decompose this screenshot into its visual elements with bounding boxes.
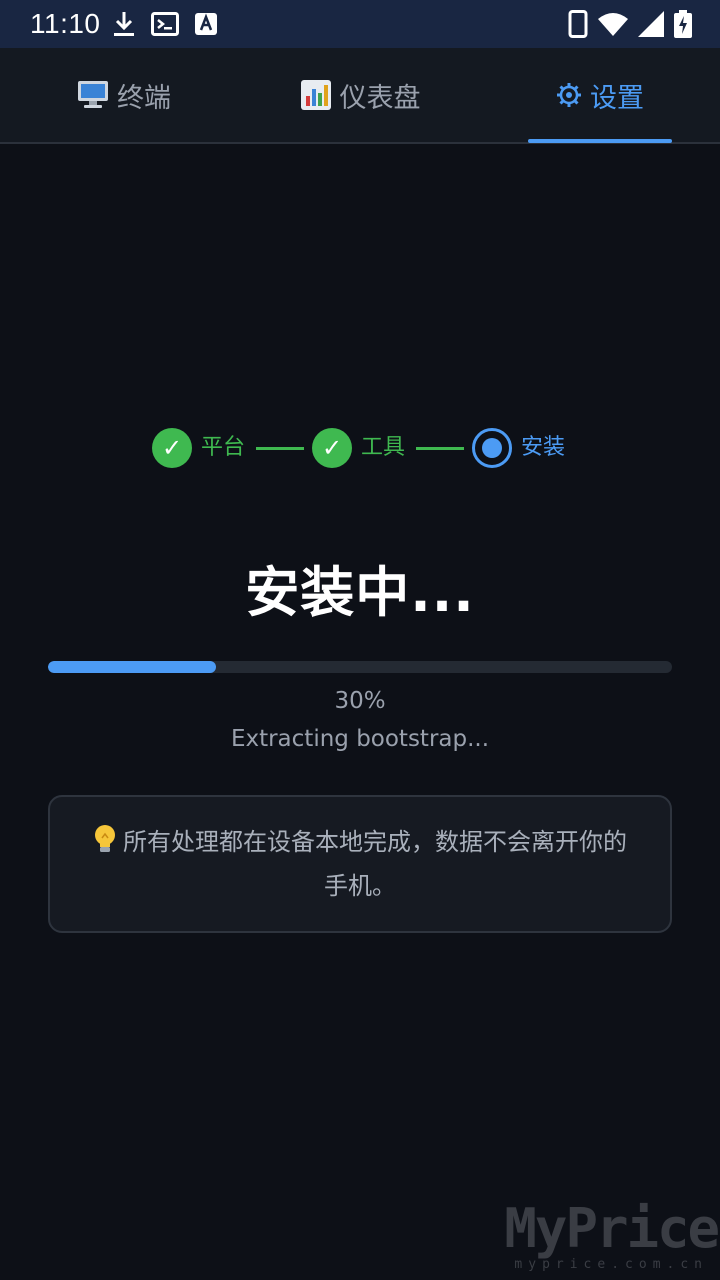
download-icon: [113, 10, 135, 38]
info-text: 所有处理都在设备本地完成，数据不会离开你的手机。: [123, 828, 627, 900]
info-text-wrapper: 所有处理都在设备本地完成，数据不会离开你的手机。: [90, 822, 630, 906]
step-tools-label: 工具: [361, 435, 406, 460]
install-stepper: ✓ 平台 ✓ 工具 安装: [0, 428, 720, 470]
page-title: 安装中...: [245, 561, 475, 624]
signal-icon: [638, 11, 664, 37]
lightbulb-icon: [93, 824, 117, 866]
watermark-url: myprice.com.cn: [514, 1257, 708, 1272]
tab-label: 仪表盘: [339, 82, 421, 114]
tab-dashboard[interactable]: 仪表盘: [282, 48, 438, 142]
battery-charging-icon: [674, 10, 692, 38]
privacy-info-card: 所有处理都在设备本地完成，数据不会离开你的手机。: [48, 795, 672, 933]
tab-bar: 终端 仪表盘 设置: [0, 48, 720, 144]
tab-settings[interactable]: 设置: [528, 48, 672, 142]
tab-label: 设置: [590, 82, 644, 114]
watermark: MyPrice myprice.com.cn: [504, 1197, 720, 1273]
watermark-logo: MyPrice: [504, 1197, 720, 1260]
step-tools-check-icon: ✓: [312, 428, 352, 468]
phone-icon: [568, 10, 588, 38]
step-connector: [256, 447, 304, 450]
progress-percent: 30%: [334, 688, 386, 714]
bar-chart-icon: [300, 79, 332, 111]
keyboard-a-icon: [194, 13, 217, 35]
step-install-label: 安装: [521, 435, 566, 460]
step-connector: [416, 447, 464, 450]
tab-label: 终端: [117, 82, 171, 114]
wifi-icon: [598, 12, 628, 36]
active-tab-indicator: [528, 139, 672, 143]
gear-icon: [556, 82, 582, 108]
step-install-current-icon: [472, 428, 512, 468]
step-platform-label: 平台: [201, 435, 246, 460]
progress-fill: [48, 661, 217, 673]
progress-status: Extracting bootstrap...: [230, 726, 490, 752]
terminal-icon: [150, 12, 179, 36]
status-time: 11:10: [30, 8, 101, 39]
step-platform-check-icon: ✓: [152, 428, 192, 468]
desktop-computer-icon: [77, 80, 109, 110]
tab-terminal[interactable]: 终端: [40, 48, 208, 142]
status-bar: 11:10: [0, 0, 720, 48]
progress-bar: [48, 661, 672, 673]
